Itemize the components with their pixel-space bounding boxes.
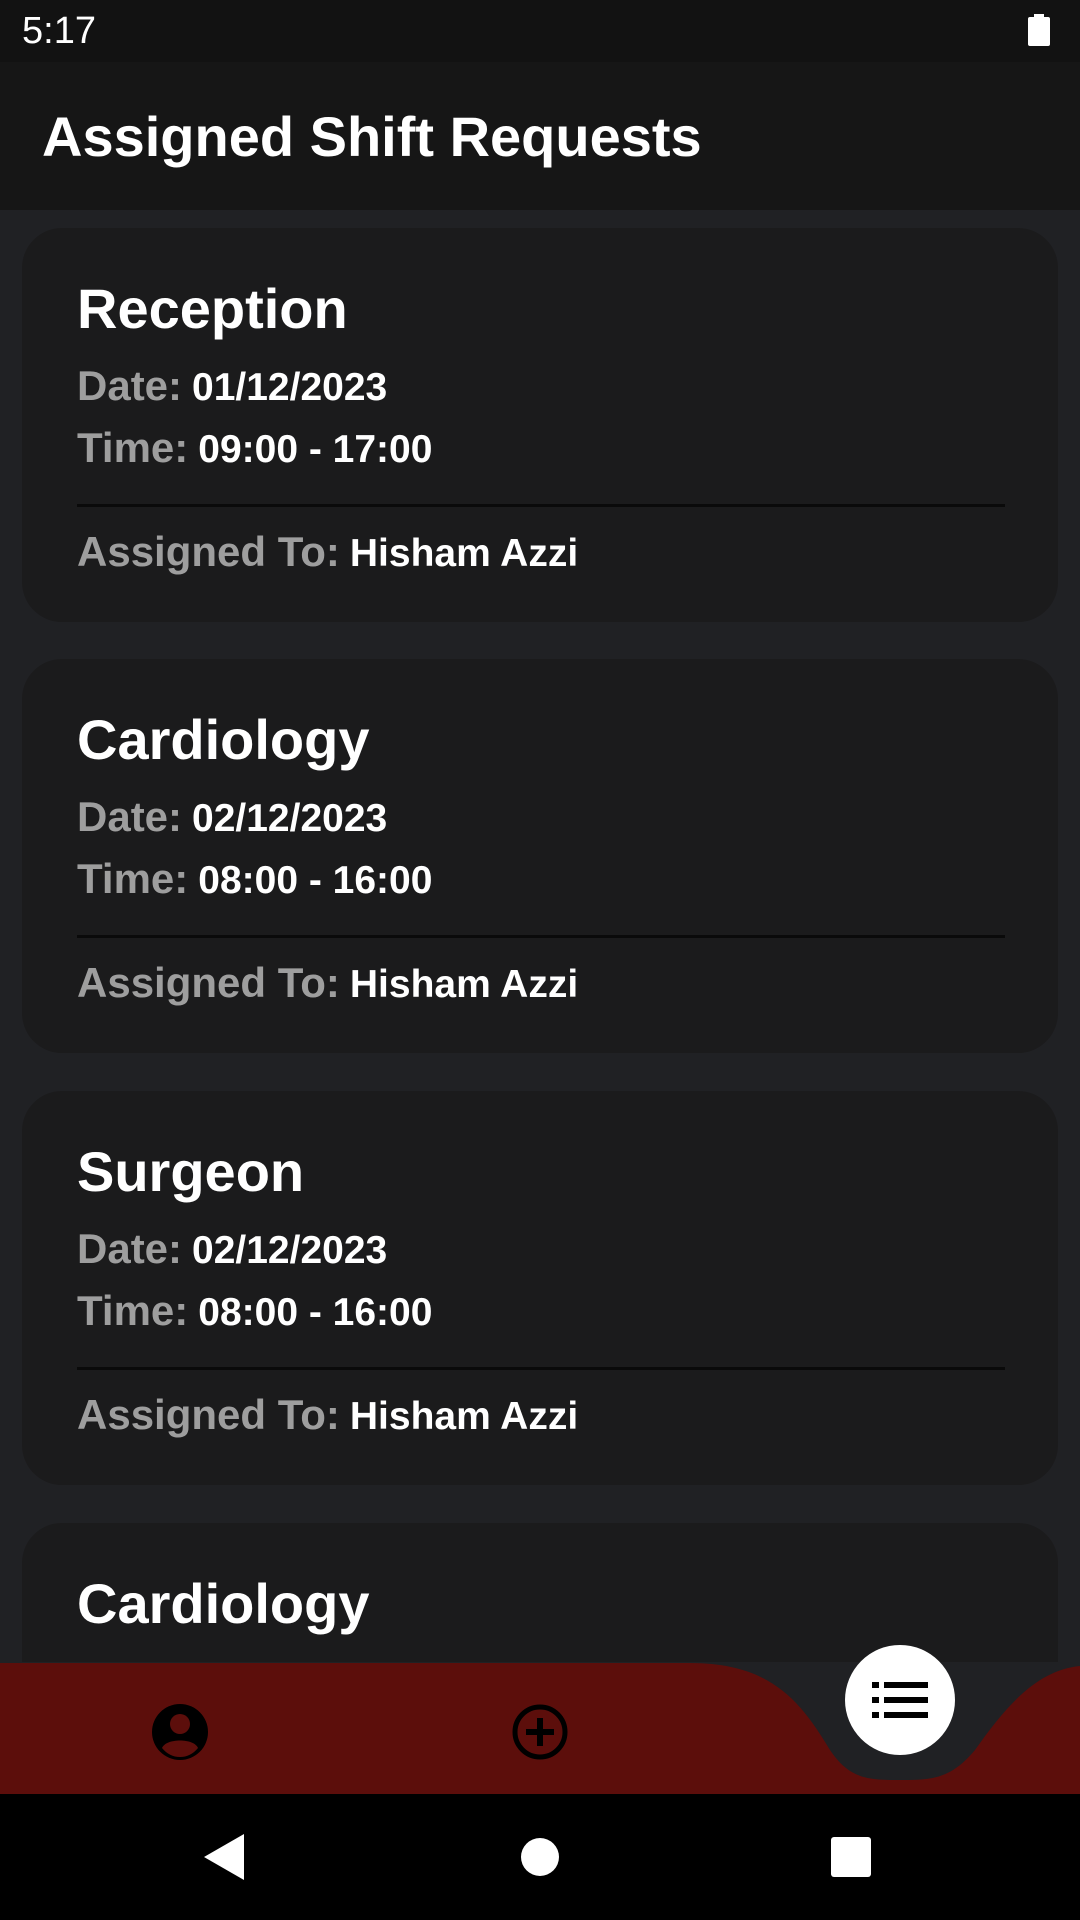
divider [77,1367,1005,1370]
shift-time: 09:00 - 17:00 [198,428,433,471]
app-bar: Assigned Shift Requests [0,62,1080,210]
assigned-to-label: Assigned To: [77,1391,340,1438]
profile-icon[interactable] [150,1702,210,1762]
shift-department: Reception [77,277,348,340]
list-icon [872,1682,928,1718]
status-time: 5:17 [22,10,96,52]
shift-card[interactable]: Surgeon Date: 02/12/2023 Time: 08:00 - 16:… [22,1091,1058,1485]
shift-request-list[interactable]: Reception Date: 01/12/2023 Time: 09:00 - 1… [0,210,1080,1662]
time-label: Time: [77,424,189,471]
shift-card[interactable]: Cardiology Date: 02/12/2023 Time: 08:00 - … [22,659,1058,1053]
shift-assigned-row: Assigned To: Hisham Azzi [77,1391,578,1439]
shift-department: Cardiology [77,1572,370,1635]
shift-date-row: Date: 01/12/2023 [77,362,387,410]
shift-card[interactable]: Cardiology [22,1523,1058,1662]
shift-department: Cardiology [77,708,370,771]
shift-date: 02/12/2023 [192,797,388,840]
system-navigation-bar [0,1794,1080,1920]
shift-time-row: Time: 08:00 - 16:00 [77,1287,432,1335]
shift-assignee: Hisham Azzi [349,963,579,1006]
time-label: Time: [77,1287,189,1334]
shift-date: 01/12/2023 [192,366,388,409]
date-label: Date: [77,362,183,409]
shift-date-row: Date: 02/12/2023 [77,793,387,841]
battery-full-icon [1028,14,1050,46]
shift-assigned-row: Assigned To: Hisham Azzi [77,528,578,576]
status-bar: 5:17 [0,0,1080,62]
shift-card[interactable]: Reception Date: 01/12/2023 Time: 09:00 - 1… [22,228,1058,622]
assigned-to-label: Assigned To: [77,528,340,575]
add-circle-icon[interactable] [510,1702,570,1762]
date-label: Date: [77,793,183,840]
shift-assignee: Hisham Azzi [349,532,579,575]
page-title: Assigned Shift Requests [42,105,702,168]
home-icon[interactable] [520,1837,560,1877]
date-label: Date: [77,1225,183,1272]
recents-icon[interactable] [831,1837,871,1877]
shift-department: Surgeon [77,1140,305,1203]
back-icon[interactable] [204,1834,244,1880]
shift-date: 02/12/2023 [192,1229,388,1272]
divider [77,935,1005,938]
shift-time-row: Time: 09:00 - 17:00 [77,424,432,472]
shift-time: 08:00 - 16:00 [198,859,433,902]
shift-date-row: Date: 02/12/2023 [77,1225,387,1273]
shift-assignee: Hisham Azzi [349,1395,579,1438]
assigned-to-label: Assigned To: [77,959,340,1006]
shift-list-button[interactable] [845,1645,955,1755]
time-label: Time: [77,855,189,902]
divider [77,504,1005,507]
shift-time: 08:00 - 16:00 [198,1291,433,1334]
shift-time-row: Time: 08:00 - 16:00 [77,855,432,903]
shift-assigned-row: Assigned To: Hisham Azzi [77,959,578,1007]
